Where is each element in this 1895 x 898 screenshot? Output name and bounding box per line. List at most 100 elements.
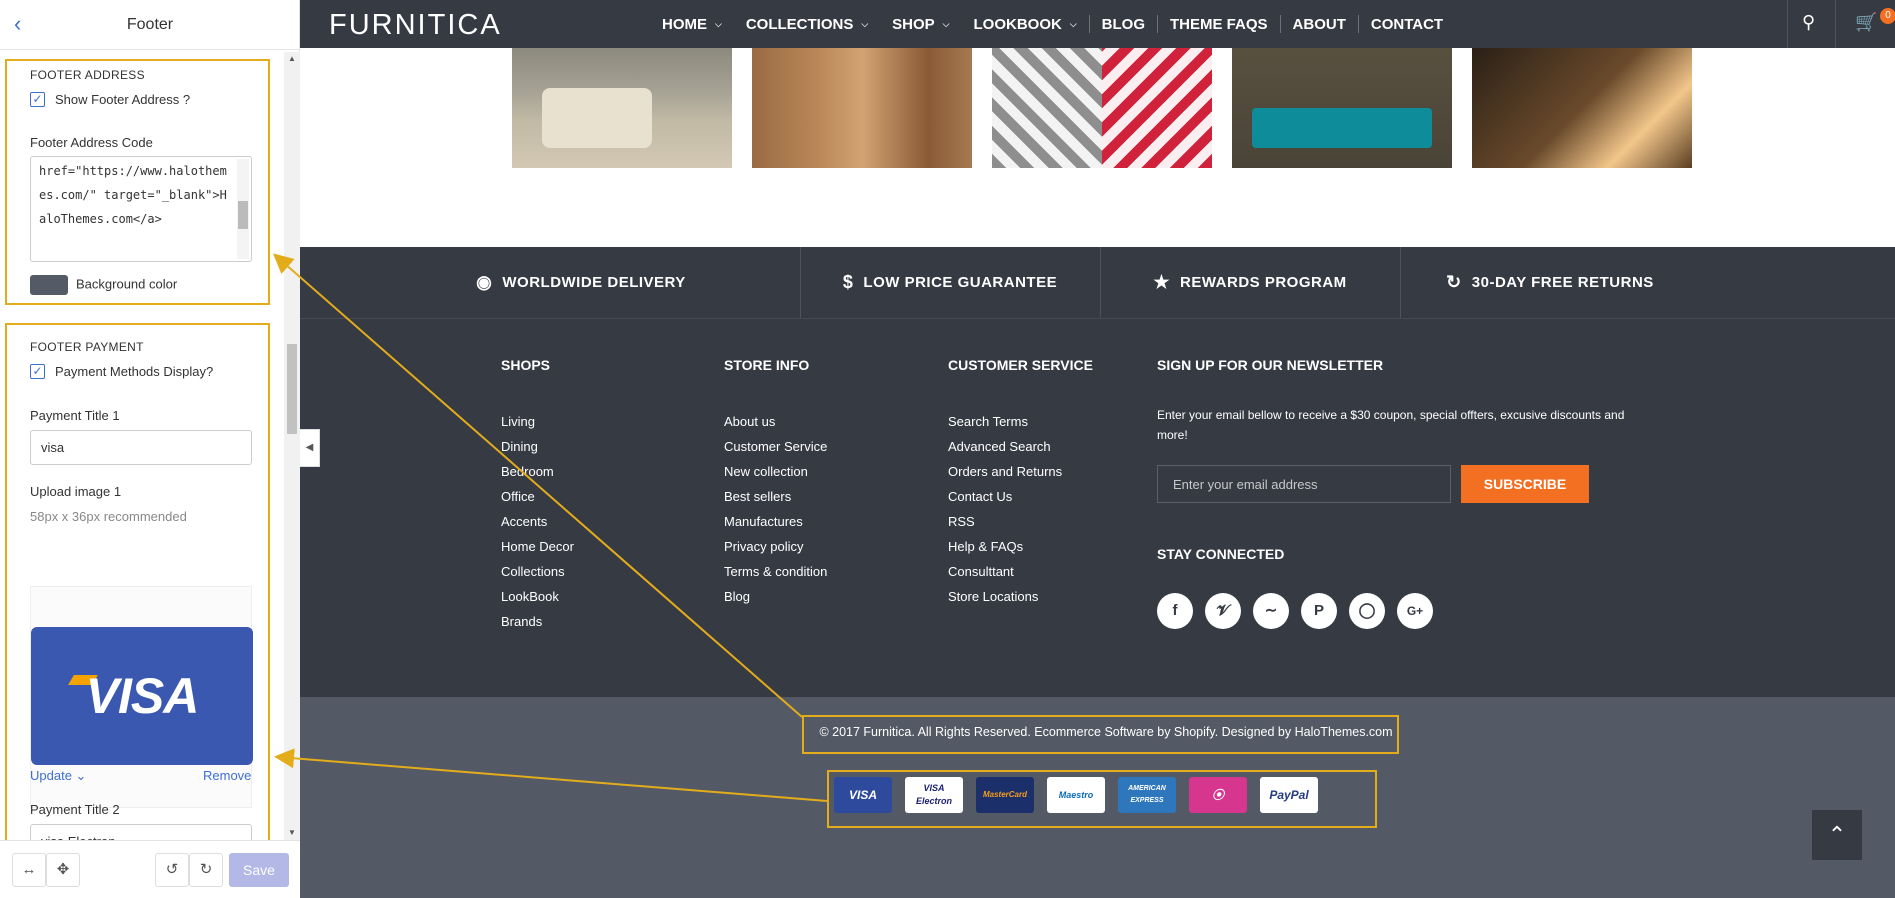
footer-payment-highlight (5, 323, 270, 893)
redo-icon[interactable]: ↻ (189, 853, 223, 887)
sidebar-footer: ↔ ✥ ↺ ↻ Save (0, 840, 300, 898)
nav-divider (1835, 0, 1836, 48)
footer-link[interactable]: RSS (948, 509, 1062, 534)
star-icon: ★ (1153, 272, 1170, 292)
footer-link[interactable]: Consulttant (948, 559, 1062, 584)
gallery-image-living-room[interactable] (512, 48, 732, 168)
store-preview: FURNITICA HOME ⌵ COLLECTIONS ⌵ SHOP ⌵ LOOKBOOK… (300, 0, 1895, 898)
sidebar-scrollbar[interactable]: ▲ ▼ (284, 52, 300, 840)
google-plus-icon[interactable]: G+ (1397, 593, 1433, 629)
menu-item-home[interactable]: HOME ⌵ (650, 16, 734, 33)
footer-link[interactable]: Best sellers (724, 484, 827, 509)
footer-link[interactable]: Search Terms (948, 409, 1062, 434)
chevron-up-icon: ⌃ (1827, 822, 1847, 847)
footer-link[interactable]: Office (501, 484, 574, 509)
nav-divider (1787, 0, 1788, 48)
pinterest-icon[interactable]: P (1301, 593, 1337, 629)
gallery-image-patio-chair[interactable] (1232, 48, 1452, 168)
sidebar-title: Footer (126, 16, 174, 33)
top-navigation: FURNITICA HOME ⌵ COLLECTIONS ⌵ SHOP ⌵ LOOKBOOK… (300, 0, 1895, 48)
footer-link[interactable]: LookBook (501, 584, 574, 609)
undo-icon[interactable]: ↺ (155, 853, 189, 887)
chevron-down-icon: ⌵ (1069, 18, 1077, 29)
grey-chevron (992, 48, 1102, 168)
feature-worldwide-delivery: ◉ WORLDWIDE DELIVERY (476, 272, 686, 292)
gallery-image-wood-table[interactable] (752, 48, 972, 168)
features-bar: ◉ WORLDWIDE DELIVERY $ LOW PRICE GUARANTEE… (300, 247, 1895, 318)
chevron-down-icon: ⌵ (942, 18, 950, 29)
newsletter-text: Enter your email bellow to receive a $30… (1157, 408, 1625, 442)
save-button[interactable]: Save (229, 853, 289, 887)
armchair-shape (542, 88, 652, 148)
feature-free-returns: ↻ 30-DAY FREE RETURNS (1446, 272, 1654, 292)
dollar-icon: $ (842, 272, 854, 292)
stay-connected-title: STAY CONNECTED (1157, 546, 1285, 562)
site-logo[interactable]: FURNITICA (329, 9, 502, 42)
store-info-links: About us Customer Service New collection Be… (724, 409, 827, 609)
footer-link[interactable]: Bedroom (501, 459, 574, 484)
footer-link[interactable]: Advanced Search (948, 434, 1062, 459)
chevron-down-icon: ⌵ (861, 18, 869, 29)
footer-link[interactable]: Terms & condition (724, 559, 827, 584)
instagram-gallery (300, 48, 1895, 168)
caret-left-icon: ◀ (305, 442, 314, 453)
scroll-down-arrow-icon[interactable]: ▼ (288, 828, 296, 837)
footer-link[interactable]: Accents (501, 509, 574, 534)
menu-item-contact[interactable]: CONTACT (1359, 16, 1455, 33)
cart-count-badge: 0 (1880, 8, 1895, 24)
back-to-top-button[interactable]: ⌃ (1812, 810, 1862, 860)
menu-item-shop[interactable]: SHOP ⌵ (880, 16, 961, 33)
footer-address-highlight (5, 59, 270, 305)
footer-link[interactable]: Store Locations (948, 584, 1062, 609)
footer-main: SHOPS Living Dining Bedroom Office Accents Ho… (300, 318, 1895, 697)
instagram-icon[interactable]: ◯ (1349, 593, 1385, 629)
shops-links: Living Dining Bedroom Office Accents Home Dec… (501, 409, 574, 634)
footer-link[interactable]: New collection (724, 459, 827, 484)
footer-link[interactable]: Collections (501, 559, 574, 584)
footer-link[interactable]: Customer Service (724, 434, 827, 459)
footer-link[interactable]: Manufactures (724, 509, 827, 534)
gallery-image-chevron-rugs[interactable] (992, 48, 1212, 168)
gallery-image-decor-lamp[interactable] (1472, 48, 1692, 168)
footer-link[interactable]: Brands (501, 609, 574, 634)
footer-link[interactable]: Living (501, 409, 574, 434)
footer-link[interactable]: Home Decor (501, 534, 574, 559)
rss-icon[interactable]: ∼ (1253, 593, 1289, 629)
menu-item-collections[interactable]: COLLECTIONS ⌵ (734, 16, 880, 33)
footer-link[interactable]: Orders and Returns (948, 459, 1062, 484)
subscribe-button[interactable]: SUBSCRIBE (1461, 465, 1589, 503)
teal-cushion (1252, 108, 1432, 148)
main-menu: HOME ⌵ COLLECTIONS ⌵ SHOP ⌵ LOOKBOOK ⌵ BLOG THEME… (650, 0, 1455, 48)
newsletter-email-input[interactable]: Enter your email address (1157, 465, 1451, 503)
theme-editor-sidebar: ‹ Footer FOOTER ADDRESS ✓ Show Footer Ad… (0, 0, 300, 898)
return-icon: ↻ (1446, 272, 1462, 292)
newsletter-title: SIGN UP FOR OUR NEWSLETTER (1157, 357, 1384, 373)
resize-icon[interactable]: ↔ (12, 853, 46, 887)
feature-low-price: $ LOW PRICE GUARANTEE (842, 272, 1058, 292)
sidebar-header: ‹ Footer (0, 0, 300, 50)
menu-item-lookbook[interactable]: LOOKBOOK ⌵ (962, 16, 1089, 33)
red-chevron (1102, 48, 1212, 168)
footer-link[interactable]: Contact Us (948, 484, 1062, 509)
collapse-sidebar-button[interactable]: ◀ (300, 429, 320, 467)
shops-column-title: SHOPS (501, 357, 551, 373)
customer-service-column-title: CUSTOMER SERVICE (948, 357, 1093, 373)
menu-item-about[interactable]: ABOUT (1281, 16, 1358, 33)
twitter-icon[interactable]: 𝓥 (1205, 593, 1241, 629)
footer-link[interactable]: Help & FAQs (948, 534, 1062, 559)
payments-highlight (827, 770, 1377, 828)
inspector-icon[interactable]: ✥ (46, 853, 80, 887)
scroll-up-arrow-icon[interactable]: ▲ (288, 54, 296, 63)
store-info-column-title: STORE INFO (724, 357, 810, 373)
footer-link[interactable]: Privacy policy (724, 534, 827, 559)
sidebar-scroll-thumb[interactable] (287, 344, 297, 434)
copyright-highlight (802, 715, 1399, 754)
footer-link[interactable]: Blog (724, 584, 827, 609)
menu-item-theme-faqs[interactable]: THEME FAQS (1158, 16, 1280, 33)
facebook-icon[interactable]: f (1157, 593, 1193, 629)
search-icon[interactable]: ⚲ (1802, 12, 1815, 33)
cart-icon[interactable]: 🛒 (1855, 12, 1877, 33)
footer-link[interactable]: About us (724, 409, 827, 434)
footer-link[interactable]: Dining (501, 434, 574, 459)
menu-item-blog[interactable]: BLOG (1090, 16, 1157, 33)
